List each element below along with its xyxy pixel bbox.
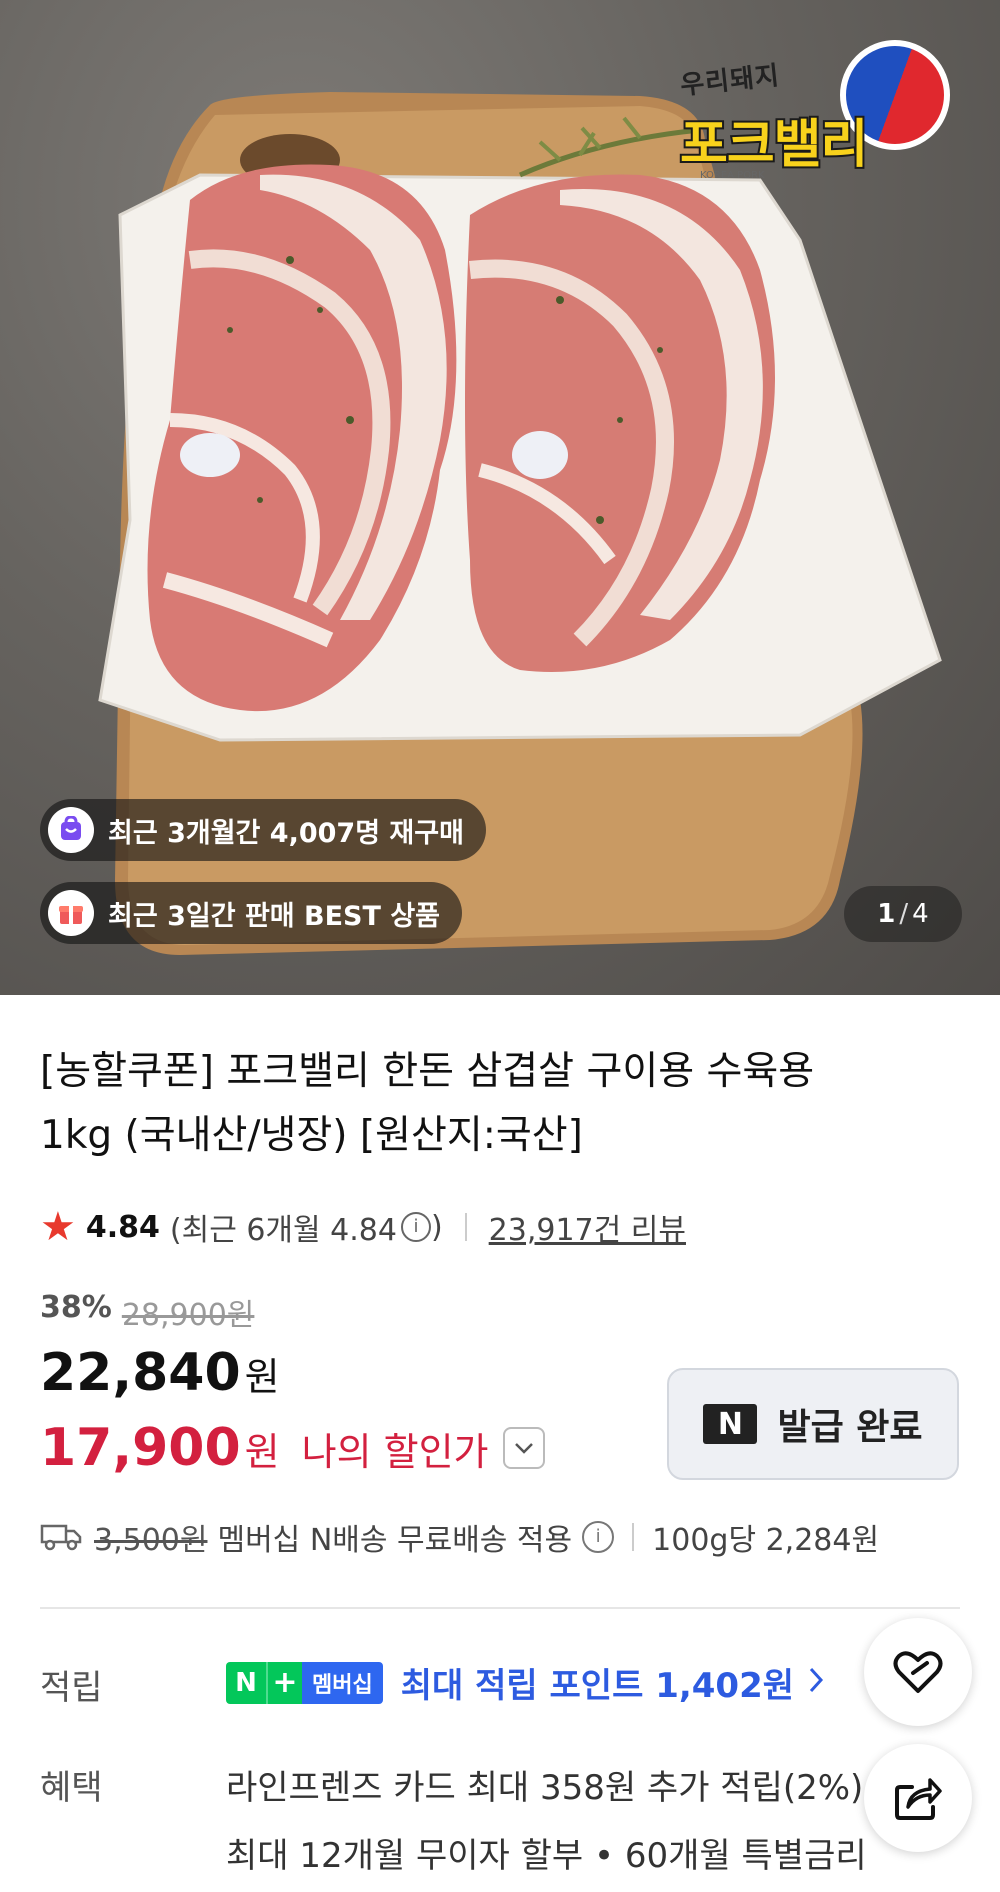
max-points-text: 최대 적립 포인트 1,402원 bbox=[400, 1666, 795, 1706]
product-title-line2: 1kg (국내산/냉장) [원산지:국산] bbox=[40, 1113, 583, 1158]
best-seller-badge: 최근 3일간 판매 BEST 상품 bbox=[40, 882, 462, 944]
sale-price: 22,840 원 bbox=[40, 1343, 280, 1403]
share-button[interactable] bbox=[864, 1744, 972, 1852]
rating-row: ★ 4.84 (최근 6개월 4.84 i ) 23,917건 리뷰 bbox=[40, 1202, 686, 1252]
info-icon[interactable]: i bbox=[582, 1521, 615, 1553]
image-counter-current: 1 bbox=[877, 899, 896, 929]
rating-recent-close: ) bbox=[430, 1209, 443, 1245]
shipping-text: 멤버십 N배송 무료배송 적용 bbox=[217, 1523, 573, 1558]
discount-row: 38% 28,900원 bbox=[40, 1290, 254, 1334]
truck-icon bbox=[40, 1522, 84, 1552]
points-label: 적립 bbox=[40, 1668, 103, 1708]
tag-n: N bbox=[226, 1661, 266, 1704]
logo-sub-text: KOREA PORK bbox=[700, 170, 765, 181]
review-count-link[interactable]: 23,917건 리뷰 bbox=[489, 1205, 686, 1249]
my-price-label: 나의 할인가 bbox=[301, 1429, 489, 1474]
benefits-label: 혜택 bbox=[40, 1768, 103, 1808]
benefit-line-installment[interactable]: 최대 12개월 무이자 할부 • 60개월 특별금리 bbox=[226, 1828, 867, 1877]
product-title: [농할쿠폰] 포크밸리 한돈 삼겹살 구이용 수육용 1kg (국내산/냉장) … bbox=[40, 1040, 960, 1168]
naver-n-icon: N bbox=[703, 1404, 758, 1444]
sale-price-unit: 원 bbox=[244, 1355, 280, 1399]
repurchase-badge-text: 최근 3개월간 4,007명 재구매 bbox=[108, 817, 464, 849]
image-counter-total: 4 bbox=[912, 899, 929, 929]
divider bbox=[464, 1213, 467, 1241]
sale-price-value: 22,840 bbox=[40, 1343, 241, 1403]
discount-percent: 38% bbox=[40, 1290, 112, 1325]
my-discount-price: 17,900 원 나의 할인가 bbox=[40, 1418, 545, 1478]
logo-small-text: 우리돼지 bbox=[678, 60, 782, 102]
section-divider bbox=[40, 1607, 960, 1609]
repurchase-badge: 최근 3개월간 4,007명 재구매 bbox=[40, 799, 486, 861]
coupon-issued-label: 발급 완료 bbox=[777, 1407, 923, 1448]
rating-recent: (최근 6개월 4.84 bbox=[169, 1213, 397, 1248]
chevron-right-icon bbox=[808, 1663, 824, 1703]
points-row[interactable]: N + 멤버십 최대 적립 포인트 1,402원 bbox=[226, 1658, 824, 1707]
wishlist-button[interactable] bbox=[864, 1618, 972, 1726]
best-seller-badge-text: 최근 3일간 판매 BEST 상품 bbox=[108, 900, 440, 932]
unit-price: 100g당 2,284원 bbox=[652, 1523, 880, 1558]
product-image[interactable]: 우리돼지 포크밸리 KOREA PORK 최근 3개월간 4,007명 재구매 … bbox=[0, 0, 1000, 995]
coupon-issued-button[interactable]: N 발급 완료 bbox=[667, 1368, 959, 1480]
brand-logo: 우리돼지 포크밸리 KOREA PORK bbox=[678, 40, 950, 190]
logo-main-text: 포크밸리 bbox=[678, 113, 870, 177]
image-counter: 1 / 4 bbox=[844, 886, 962, 942]
original-price: 28,900원 bbox=[121, 1298, 255, 1333]
repurchase-icon bbox=[48, 807, 94, 853]
tag-membership: 멤버십 bbox=[302, 1661, 383, 1704]
tag-plus: + bbox=[266, 1661, 302, 1704]
share-icon bbox=[895, 1778, 942, 1820]
rating-score: 4.84 bbox=[85, 1209, 160, 1245]
my-price-value: 17,900 bbox=[40, 1418, 241, 1478]
divider bbox=[632, 1523, 635, 1551]
benefit-line-card[interactable]: 라인프렌즈 카드 최대 358원 추가 적립(2%) bbox=[226, 1760, 863, 1809]
heart-icon bbox=[893, 1651, 943, 1693]
naver-plus-membership-tag: N + 멤버십 bbox=[226, 1661, 383, 1704]
my-price-unit: 원 bbox=[244, 1429, 280, 1474]
shipping-fee: 3,500원 bbox=[94, 1523, 208, 1558]
info-icon[interactable]: i bbox=[400, 1212, 431, 1242]
product-title-line1: [농할쿠폰] 포크밸리 한돈 삼겹살 구이용 수육용 bbox=[40, 1049, 815, 1094]
image-counter-separator: / bbox=[899, 899, 909, 929]
chevron-down-icon[interactable] bbox=[502, 1427, 545, 1469]
star-icon: ★ bbox=[40, 1204, 76, 1250]
gift-icon bbox=[48, 890, 94, 936]
shipping-row: 3,500원 멤버십 N배송 무료배송 적용 i 100g당 2,284원 bbox=[40, 1512, 879, 1562]
